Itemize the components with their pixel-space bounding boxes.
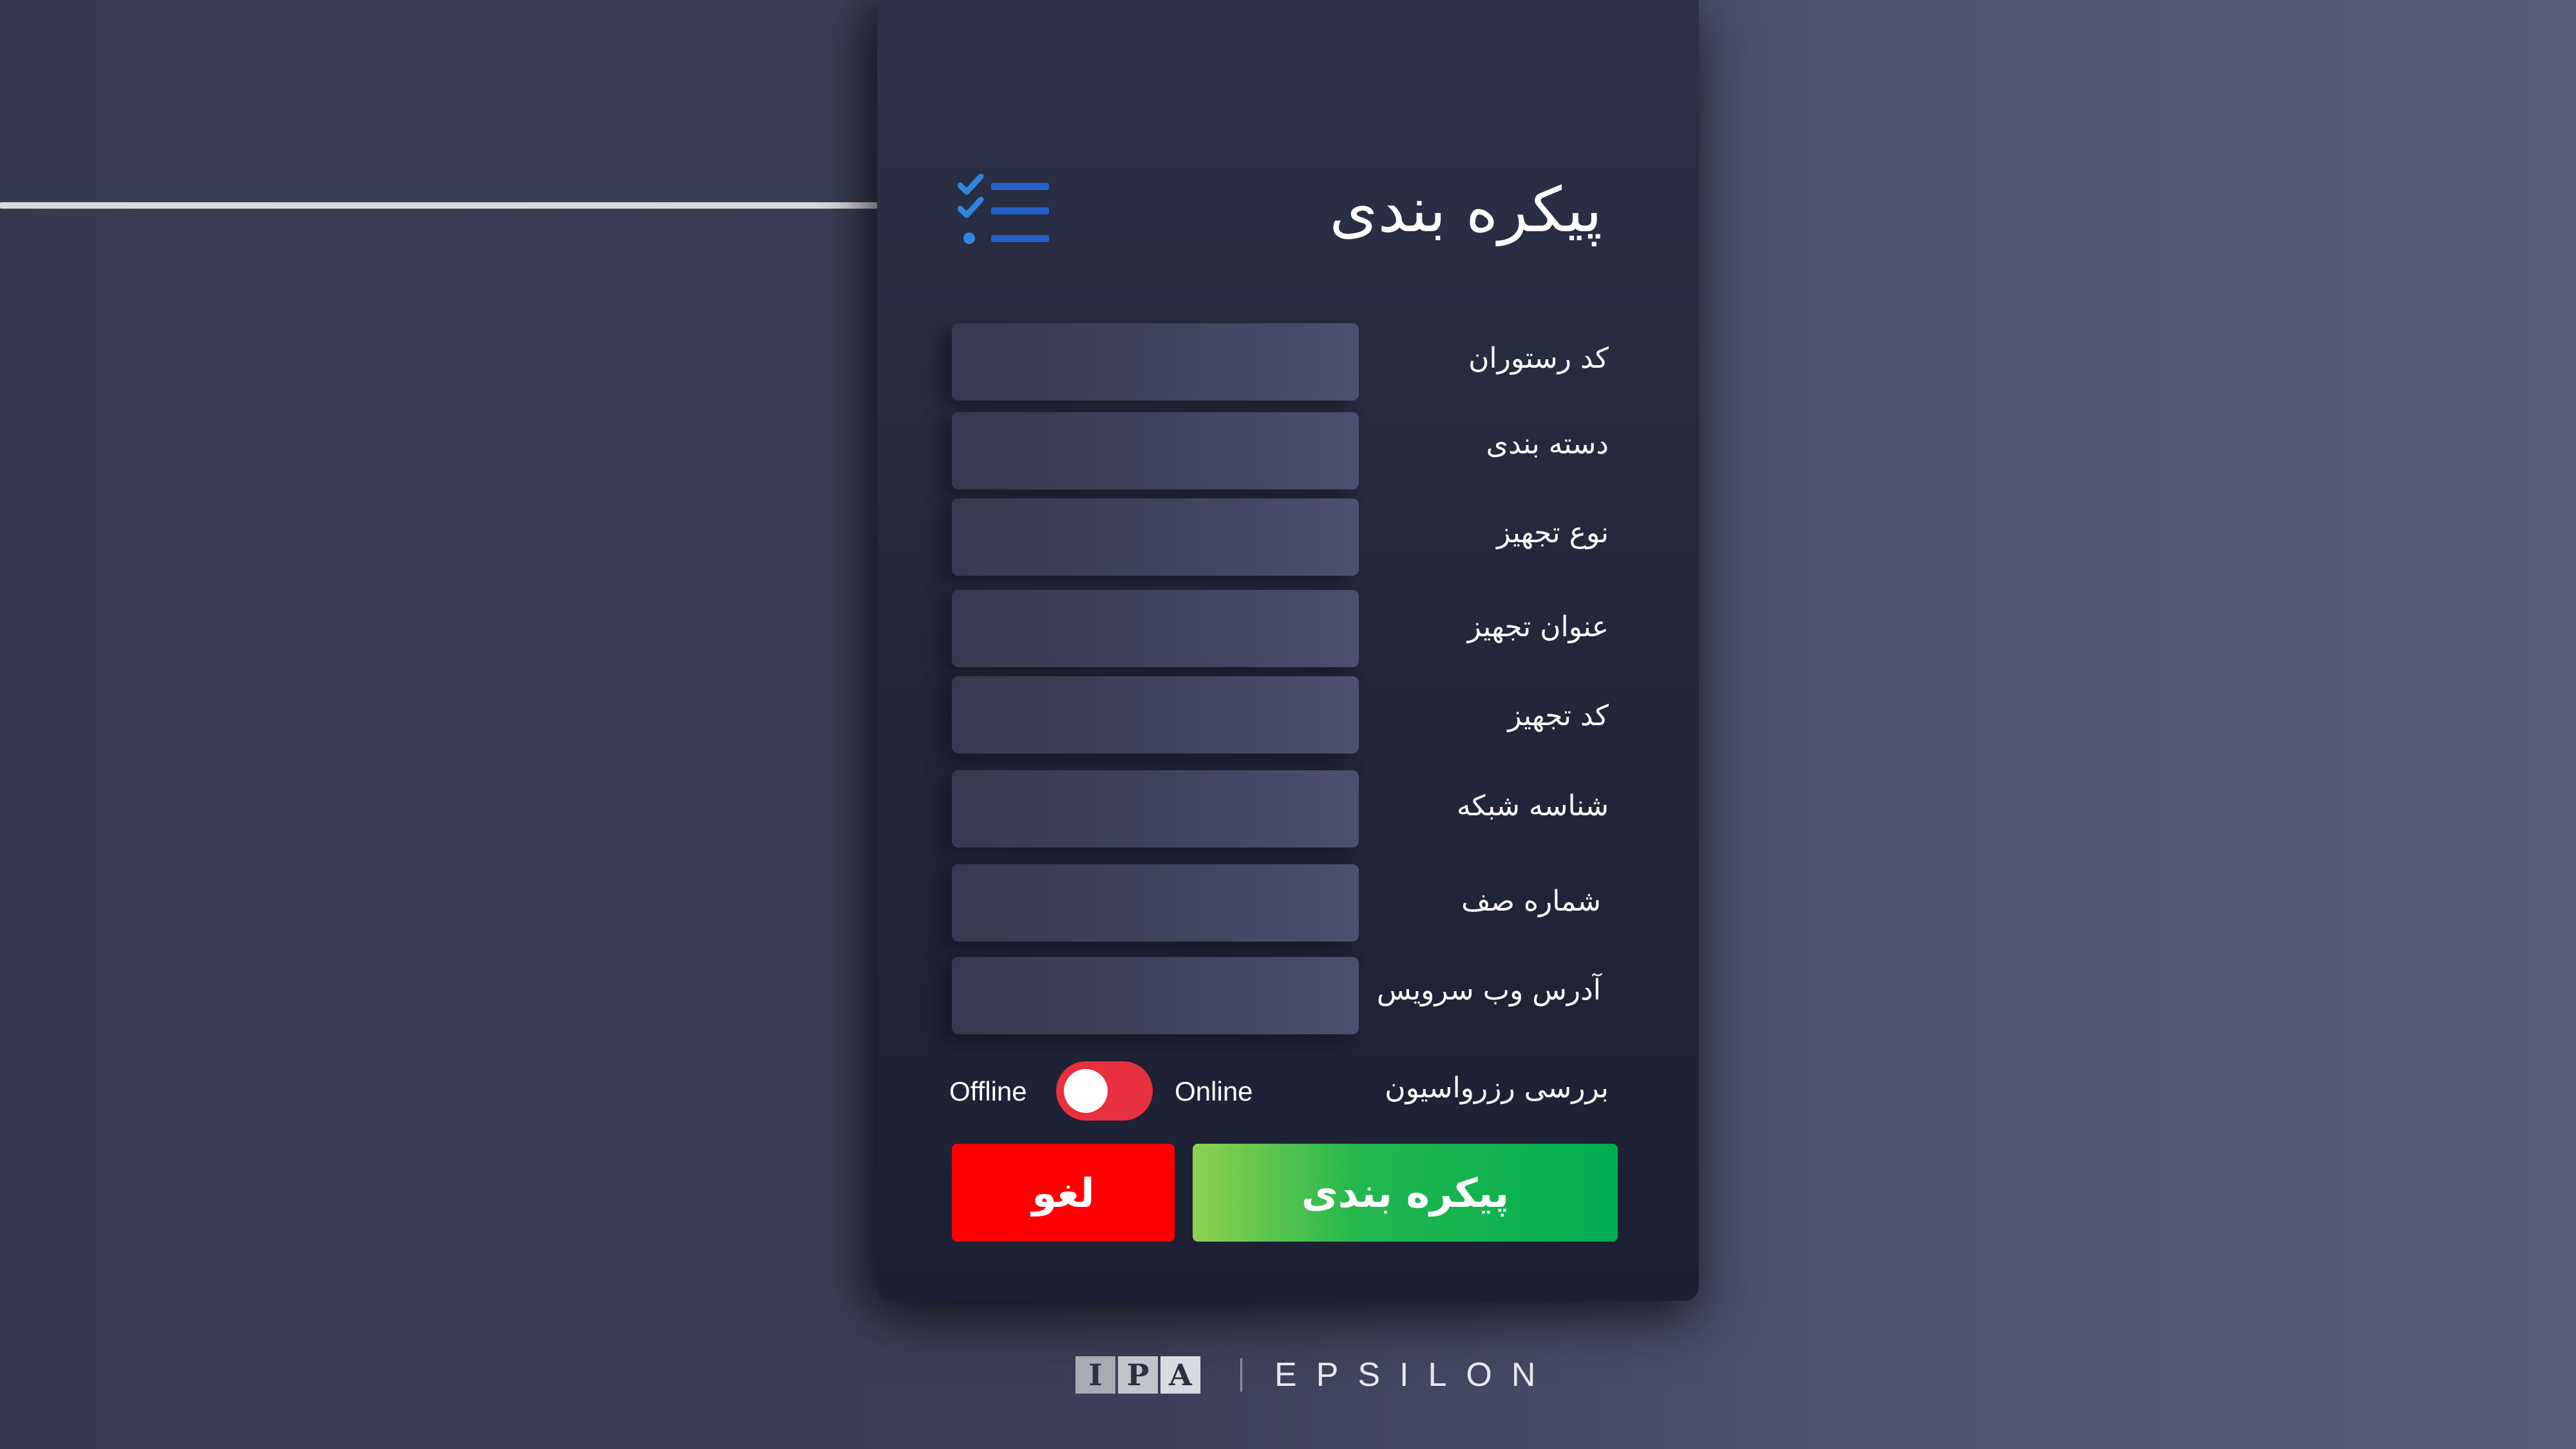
queue-number-input[interactable] <box>952 864 1359 942</box>
equipment-type-label: نوع تجهیز <box>1497 516 1609 549</box>
toggle-knob <box>1064 1069 1108 1113</box>
equipment-title-input[interactable] <box>952 590 1359 667</box>
cancel-button[interactable]: لغو <box>952 1144 1175 1242</box>
category-input[interactable] <box>952 412 1359 489</box>
equipment-type-input[interactable] <box>952 498 1359 576</box>
logo-letter-a: A <box>1160 1356 1200 1394</box>
web-service-address-input[interactable] <box>952 957 1359 1034</box>
web-service-address-label: آدرس وب سرویس <box>1376 974 1601 1007</box>
footer-divider <box>1240 1358 1242 1392</box>
equipment-code-label: کد تجهیز <box>1508 699 1609 732</box>
equipment-code-input[interactable] <box>952 676 1359 753</box>
network-id-input[interactable] <box>952 770 1359 848</box>
reservation-check-label: بررسی رزرواسیون <box>1385 1072 1609 1104</box>
reservation-toggle[interactable] <box>1056 1061 1153 1121</box>
logo-letter-p: P <box>1118 1356 1158 1394</box>
brand-name: EPSILON <box>1274 1356 1555 1394</box>
equipment-title-label: عنوان تجهیز <box>1467 611 1609 643</box>
queue-number-label: شماره صف <box>1461 885 1601 918</box>
offline-label: Offline <box>949 1076 1027 1106</box>
footer-branding: I P A EPSILON <box>1075 1356 1555 1394</box>
checklist-icon <box>958 174 1049 244</box>
background-line <box>0 202 877 209</box>
ipa-logo: I P A <box>1075 1356 1200 1394</box>
configure-button[interactable]: پیکره بندی <box>1193 1144 1618 1242</box>
logo-letter-i: I <box>1075 1356 1115 1394</box>
online-label: Online <box>1175 1076 1253 1106</box>
configuration-dialog: پیکره بندی کد رستوران دسته بندی نوع تجهی… <box>877 0 1699 1301</box>
category-label: دسته بندی <box>1486 428 1609 460</box>
restaurant-code-input[interactable] <box>952 323 1359 401</box>
network-id-label: شناسه شبکه <box>1456 790 1609 822</box>
page-title: پیکره بندی <box>1329 174 1602 246</box>
restaurant-code-label: کد رستوران <box>1468 342 1609 375</box>
